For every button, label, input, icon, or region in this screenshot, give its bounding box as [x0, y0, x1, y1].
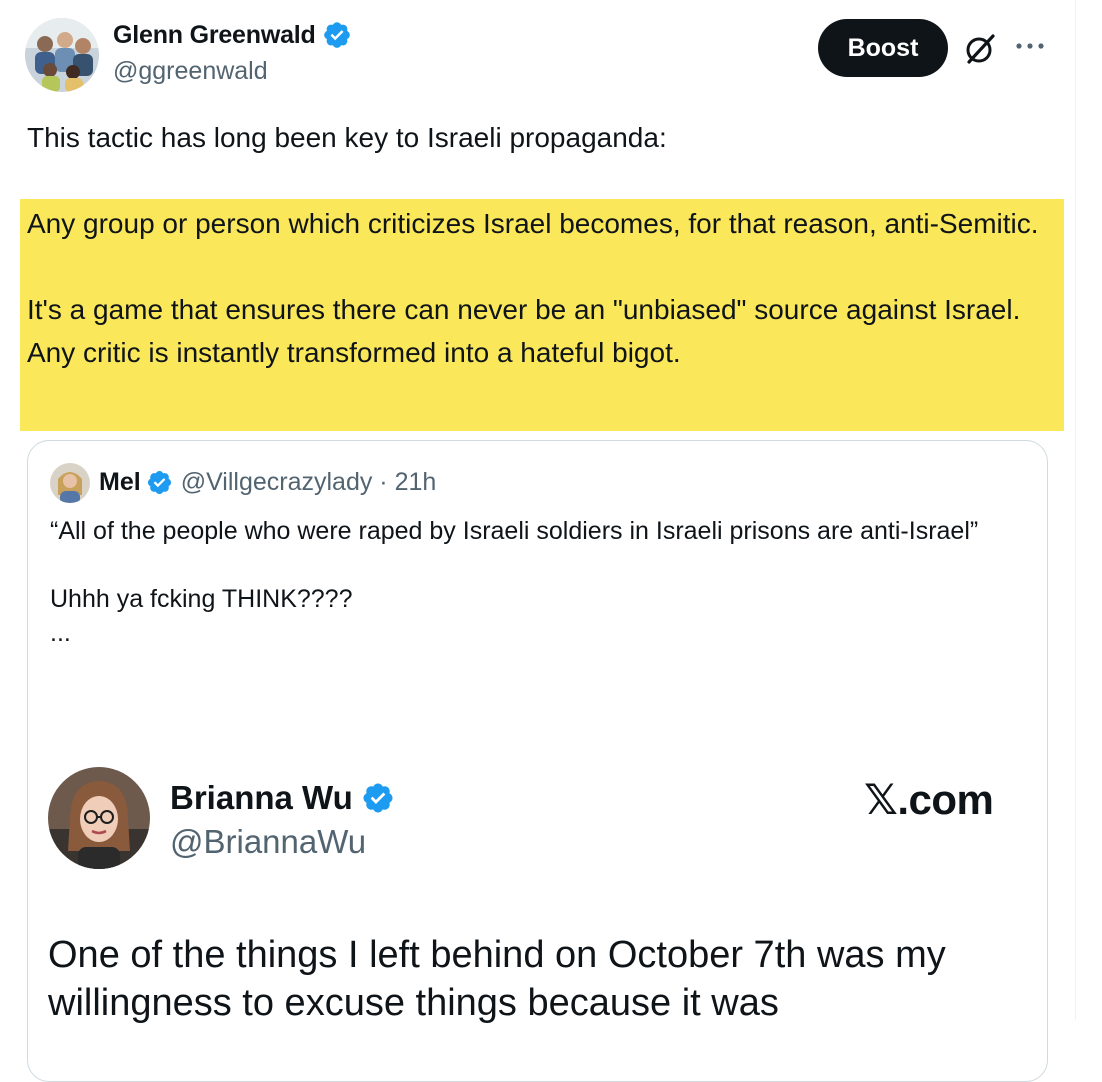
grok-icon[interactable]: [960, 29, 1000, 69]
author-name-row[interactable]: Glenn Greenwald: [113, 20, 352, 50]
quoted-ellipsis: ...: [50, 619, 71, 647]
embedded-text: One of the things I left behind on Octob…: [48, 934, 946, 1024]
embedded-name-row: Brianna Wu: [170, 779, 395, 817]
x-com-logo: 𝕏.com: [864, 776, 994, 823]
embedded-name: Brianna Wu: [170, 779, 353, 816]
quoted-handle-time[interactable]: @Villgecrazylady · 21h: [181, 468, 437, 497]
verified-badge-icon: [323, 22, 350, 48]
highlighted-paragraph-2: It's a game that ensures there can never…: [27, 294, 1021, 368]
quoted-text: “All of the people who were raped by Isr…: [50, 514, 1040, 650]
boost-button[interactable]: Boost: [818, 19, 948, 77]
author-avatar[interactable]: [25, 18, 99, 92]
quoted-name[interactable]: Mel: [99, 468, 141, 497]
embedded-avatar: [48, 767, 150, 869]
quoted-header[interactable]: Mel @Villgecrazylady · 21h: [99, 468, 436, 497]
author-name[interactable]: Glenn Greenwald: [113, 21, 316, 50]
author-handle[interactable]: @ggreenwald: [113, 57, 268, 86]
quoted-avatar[interactable]: [50, 463, 90, 503]
verified-badge-icon: [363, 783, 393, 813]
quoted-line-2: Uhhh ya fcking THINK????: [50, 585, 353, 613]
column-divider: [1075, 0, 1076, 1020]
highlighted-text: Any group or person which criticizes Isr…: [27, 202, 1057, 374]
more-icon[interactable]: [1013, 30, 1047, 60]
quoted-tweet-card[interactable]: Mel @Villgecrazylady · 21h “All of the p…: [27, 440, 1048, 1082]
embedded-handle: @BriannaWu: [170, 823, 367, 860]
verified-badge-icon: [147, 470, 171, 495]
tweet-lead-text: This tactic has long been key to Israeli…: [27, 122, 667, 153]
highlighted-paragraph-1: Any group or person which criticizes Isr…: [27, 208, 1039, 239]
quoted-line-1: “All of the people who were raped by Isr…: [50, 517, 979, 545]
